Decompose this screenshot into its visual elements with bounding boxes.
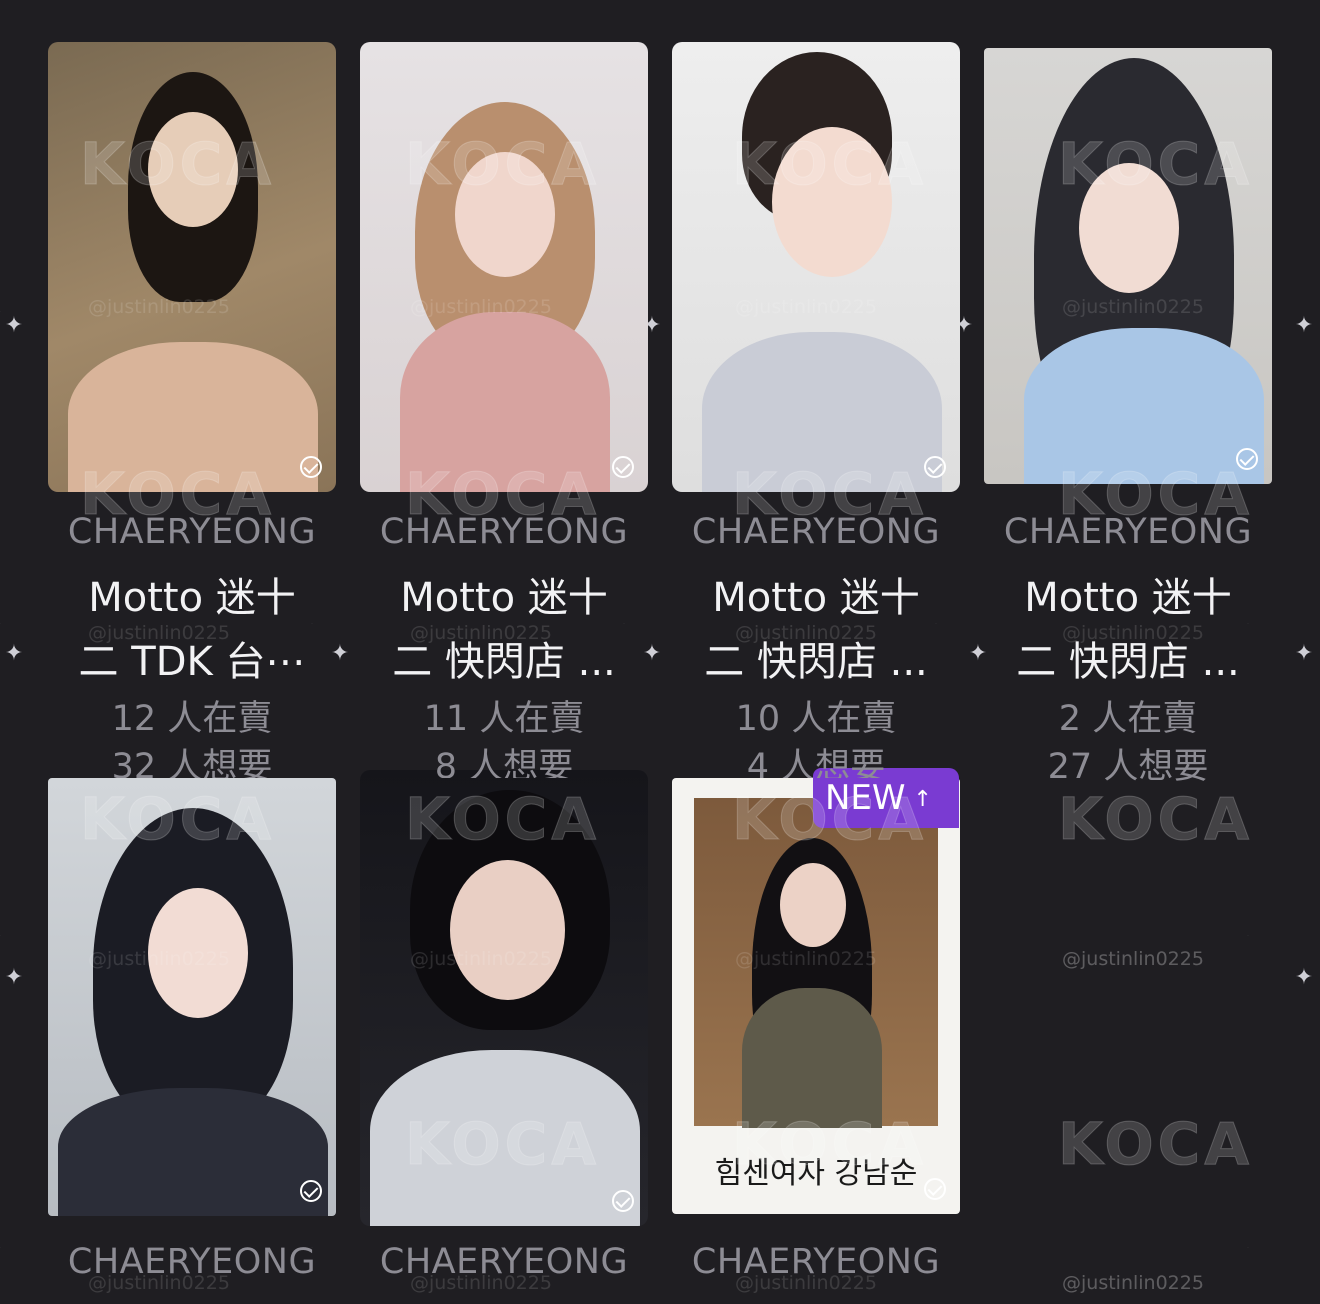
watermark-handle: @justinlin0225 — [1062, 1272, 1204, 1294]
card-group-name: CHAERYEONG — [1003, 512, 1253, 552]
selling-count: 11 人在賣 — [423, 699, 585, 739]
face-shape — [455, 152, 555, 277]
top-shape — [58, 1088, 328, 1216]
card-group-name: CHAERYEONG — [691, 1242, 941, 1282]
polaroid-caption: 힘센여자 강남순 — [714, 1156, 918, 1191]
sparkle-icon: ✦ — [4, 965, 24, 990]
sparkle-icon: ✦ — [1294, 641, 1314, 666]
check-icon — [924, 1178, 946, 1200]
wanting-count: 27 人想要 — [1047, 747, 1209, 787]
sparkle-icon: ✦ — [1294, 965, 1314, 990]
watermark-handle: @justinlin0225 — [1062, 948, 1204, 970]
card-group-name: CHAERYEONG — [379, 512, 629, 552]
check-icon — [1236, 448, 1258, 470]
card-title-line1[interactable]: Motto 迷十 — [972, 568, 1284, 628]
selling-count: 2 人在賣 — [1058, 699, 1198, 739]
check-icon — [612, 456, 634, 478]
arrow-up-icon: ↑ — [913, 786, 932, 812]
photocard-4[interactable] — [984, 48, 1272, 484]
wanting-count: 4 人想要 — [746, 747, 886, 778]
wanting-count: 32 人想要 — [111, 747, 273, 778]
sparkle-icon: ✦ — [4, 641, 24, 666]
sparkle-icon: ✦ — [1294, 313, 1314, 338]
photocard-1[interactable] — [48, 42, 336, 492]
card-title-line1[interactable]: Motto 迷十 — [348, 568, 660, 628]
card-group-name: CHAERYEONG — [67, 512, 317, 552]
face-shape — [148, 888, 248, 1018]
check-icon — [300, 456, 322, 478]
top-shape — [702, 332, 942, 492]
card-title-line2[interactable]: 二 快閃店 ... — [660, 632, 972, 692]
selling-count: 12 人在賣 — [111, 699, 273, 739]
photocard-5[interactable] — [48, 778, 336, 1216]
photocard-6[interactable] — [360, 770, 648, 1226]
face-shape — [450, 860, 565, 1000]
card-title-line1[interactable]: Motto 迷十 — [36, 568, 348, 628]
face-shape — [148, 112, 238, 227]
face-shape — [780, 863, 846, 947]
photocard-2[interactable] — [360, 42, 648, 492]
watermark-logo: KOCA — [1057, 1110, 1254, 1179]
card-group-name: CHAERYEONG — [691, 512, 941, 552]
top-shape — [1024, 328, 1264, 484]
sparkle-icon: ✦ — [4, 313, 24, 338]
check-icon — [300, 1180, 322, 1202]
card-group-name: CHAERYEONG — [379, 1242, 629, 1282]
card-title-line2[interactable]: 二 TDK 台⋯ — [36, 632, 348, 692]
photocard-7[interactable]: 힘센여자 강남순 — [672, 778, 960, 1214]
card-title-line1[interactable]: Motto 迷十 — [660, 568, 972, 628]
card-group-name: CHAERYEONG — [67, 1242, 317, 1282]
photocard-3[interactable] — [672, 42, 960, 492]
face-shape — [1079, 163, 1179, 293]
selling-count: 10 人在賣 — [735, 699, 897, 739]
dress-shape — [400, 312, 610, 492]
watermark-logo: KOCA — [1057, 785, 1254, 854]
hands-shape — [68, 342, 318, 492]
card-title-line2[interactable]: 二 快閃店 ... — [348, 632, 660, 692]
card-title-line2[interactable]: 二 快閃店 ... — [972, 632, 1284, 692]
jacket-shape — [370, 1050, 640, 1226]
top-shape — [742, 988, 882, 1128]
face-shape — [772, 127, 892, 277]
check-icon — [612, 1190, 634, 1212]
wanting-count: 8 人想要 — [434, 747, 574, 778]
check-icon — [924, 456, 946, 478]
